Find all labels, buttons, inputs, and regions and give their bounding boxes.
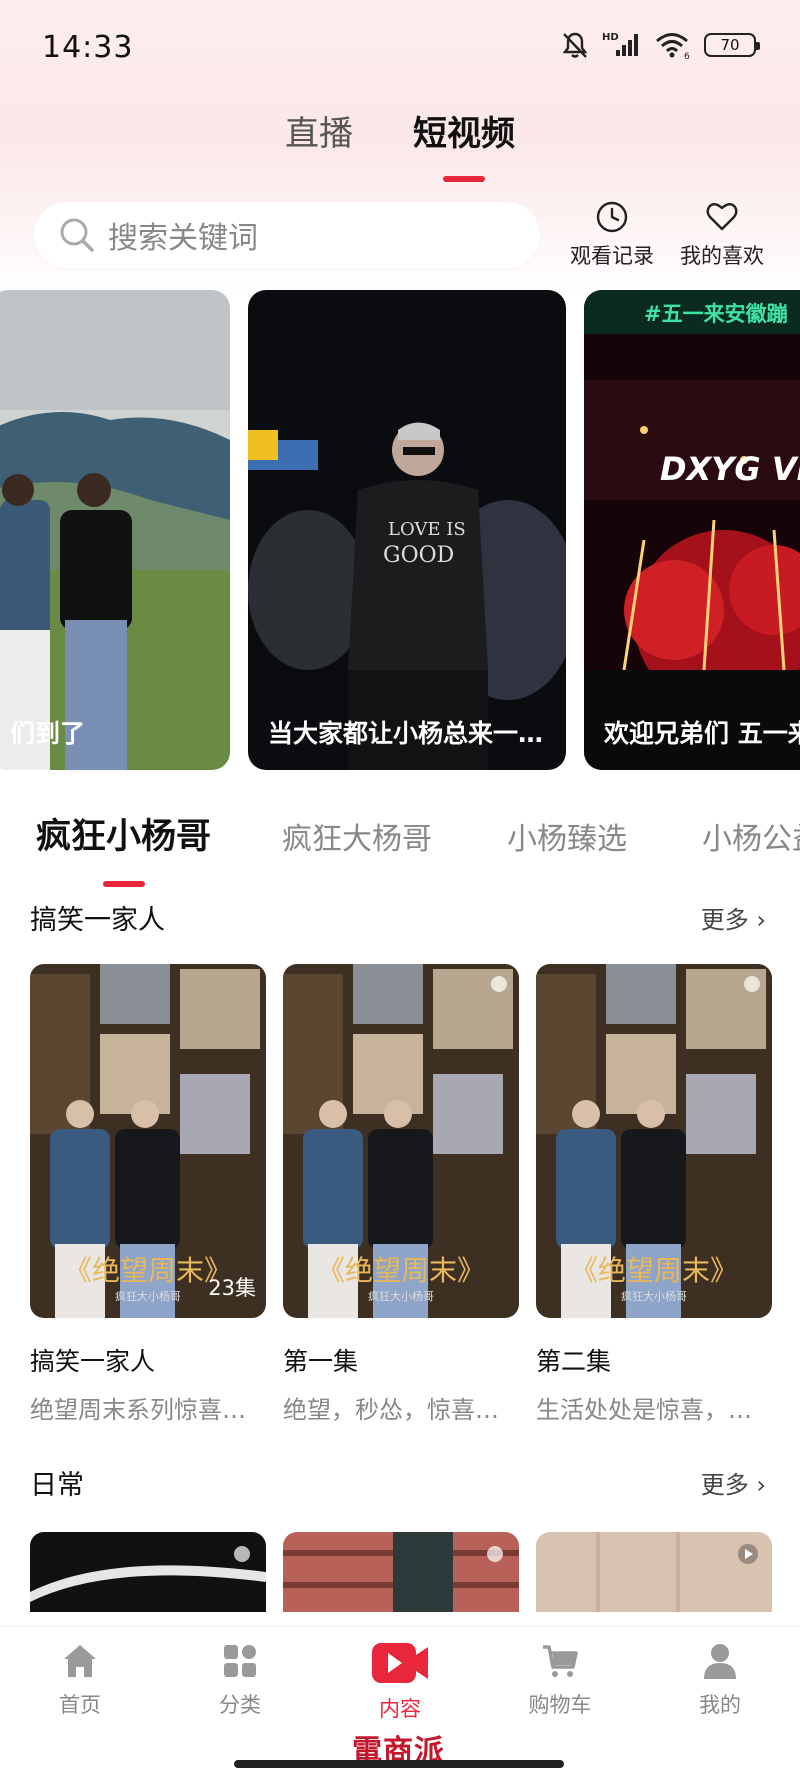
episode-card-2[interactable]: 《绝望周末》 疯狂大小杨哥 第二集 生活处处是惊喜，… bbox=[536, 964, 772, 1425]
series-thumbnail: 《绝望周末》 疯狂大小杨哥 23集 bbox=[30, 964, 266, 1318]
search-icon bbox=[60, 218, 94, 252]
card-title: 第一集 bbox=[283, 1347, 359, 1376]
section-more-link[interactable]: 更多 › bbox=[701, 1465, 766, 1500]
hero-event-banner: DXYG VE bbox=[660, 450, 800, 488]
hero-video-card-2[interactable]: LOVE IS GOOD 当大家都让小杨总来一… bbox=[248, 290, 566, 770]
category-tabs: 疯狂小杨哥 疯狂大杨哥 小杨臻选 小杨公益 bbox=[0, 808, 800, 887]
hero-caption-3: 欢迎兄弟们 五一来 bbox=[604, 719, 800, 748]
grid-icon bbox=[224, 1645, 256, 1677]
tab-short-video-label: 短视频 bbox=[413, 114, 515, 154]
card-description: 绝望，秒怂，惊喜… bbox=[283, 1396, 499, 1424]
episode-count-badge: 23集 bbox=[208, 1276, 256, 1300]
status-bar: 14:33 HD 6 70 bbox=[0, 0, 800, 96]
nav-content-label: 内容 bbox=[379, 1697, 421, 1721]
home-indicator[interactable] bbox=[234, 1760, 564, 1768]
category-tab-xiaoyang-select[interactable]: 小杨臻选 bbox=[507, 814, 627, 858]
battery-indicator: 70 bbox=[704, 33, 760, 57]
episode-thumbnail: 《绝望周末》 疯狂大小杨哥 bbox=[283, 964, 519, 1318]
card-description: 生活处处是惊喜，… bbox=[536, 1396, 752, 1424]
poster-title: 《绝望周末》 bbox=[569, 1254, 738, 1287]
top-tabs: 直播 短视频 bbox=[0, 100, 800, 182]
active-tab-indicator bbox=[443, 176, 485, 182]
hero-video-card-1[interactable]: 们到了 bbox=[0, 290, 230, 770]
section-more-label: 更多 bbox=[700, 906, 749, 934]
clock-icon bbox=[596, 201, 628, 233]
nav-cart[interactable]: 购物车 bbox=[500, 1641, 620, 1719]
category-tab-label: 小杨公益 bbox=[702, 822, 800, 857]
card-title: 搞笑一家人 bbox=[30, 1347, 156, 1376]
daily-video-card-2[interactable] bbox=[283, 1532, 519, 1612]
heart-icon bbox=[706, 203, 738, 231]
hero-caption-1: 们到了 bbox=[10, 719, 86, 748]
user-icon bbox=[704, 1644, 736, 1679]
svg-text:6: 6 bbox=[684, 52, 690, 60]
svg-text:LOVE IS: LOVE IS bbox=[388, 519, 466, 540]
signal-icon: HD bbox=[602, 32, 638, 56]
tab-live-label: 直播 bbox=[285, 114, 353, 154]
section-more-label: 更多 bbox=[700, 1471, 749, 1499]
category-tab-crazy-xiaoyangge[interactable]: 疯狂小杨哥 bbox=[36, 808, 212, 887]
series-card-funny-family[interactable]: 《绝望周末》 疯狂大小杨哥 23集 搞笑一家人 绝望周末系列惊喜… bbox=[30, 964, 266, 1425]
section-title-daily: 日常 bbox=[30, 1470, 84, 1501]
daily-video-thumbnail bbox=[283, 1532, 519, 1612]
status-icons: HD 6 70 bbox=[560, 30, 760, 60]
episode-thumbnail: 《绝望周末》 疯狂大小杨哥 bbox=[536, 964, 772, 1318]
hero-video-thumbnail bbox=[584, 290, 800, 770]
wifi-icon: 6 bbox=[656, 33, 690, 60]
hero-caption-2: 当大家都让小杨总来一… bbox=[268, 719, 544, 748]
daily-video-thumbnail bbox=[536, 1532, 772, 1612]
poster-subtitle: 疯狂大小杨哥 bbox=[621, 1290, 687, 1303]
card-description: 绝望周末系列惊喜… bbox=[30, 1396, 246, 1424]
status-time: 14:33 bbox=[42, 30, 134, 65]
hero-video-thumbnail: LOVE IS GOOD bbox=[248, 290, 566, 770]
svg-text:GOOD: GOOD bbox=[383, 543, 454, 568]
battery-level: 70 bbox=[720, 36, 740, 54]
daily-video-card-1[interactable] bbox=[30, 1532, 266, 1612]
daily-video-thumbnail bbox=[30, 1532, 266, 1612]
nav-profile[interactable]: 我的 bbox=[660, 1641, 780, 1719]
cart-icon bbox=[543, 1645, 578, 1677]
chevron-right-icon: › bbox=[756, 1471, 766, 1499]
chevron-right-icon: › bbox=[756, 906, 766, 934]
watch-history-button[interactable]: 观看记录 bbox=[570, 200, 654, 270]
poster-subtitle: 疯狂大小杨哥 bbox=[368, 1290, 434, 1303]
section-more-link[interactable]: 更多 › bbox=[701, 900, 766, 935]
search-input[interactable]: 搜索关键词 bbox=[34, 202, 540, 268]
nav-category[interactable]: 分类 bbox=[180, 1641, 300, 1719]
network-label: HD bbox=[602, 32, 619, 43]
watch-history-label: 观看记录 bbox=[570, 244, 654, 268]
poster-title: 《绝望周末》 bbox=[316, 1254, 485, 1287]
home-icon bbox=[64, 1645, 96, 1677]
episode-card-1[interactable]: 《绝望周末》 疯狂大小杨哥 第一集 绝望，秒怂，惊喜… bbox=[283, 964, 519, 1425]
mute-bell-icon bbox=[562, 32, 588, 58]
search-placeholder: 搜索关键词 bbox=[108, 221, 258, 256]
daily-video-card-3[interactable] bbox=[536, 1532, 772, 1612]
tab-live[interactable]: 直播 bbox=[285, 100, 353, 170]
video-icon bbox=[372, 1643, 428, 1683]
nav-category-label: 分类 bbox=[219, 1693, 261, 1717]
nav-home[interactable]: 首页 bbox=[20, 1641, 140, 1719]
category-tab-label: 疯狂小杨哥 bbox=[36, 817, 212, 857]
my-likes-button[interactable]: 我的喜欢 bbox=[680, 200, 764, 270]
card-title: 第二集 bbox=[536, 1347, 612, 1376]
my-likes-label: 我的喜欢 bbox=[680, 244, 764, 268]
hero-video-card-3[interactable]: #五一来安徽蹦 DXYG VE 欢迎兄弟们 五一来 bbox=[584, 290, 800, 770]
active-category-indicator bbox=[102, 881, 145, 887]
nav-home-label: 首页 bbox=[59, 1693, 101, 1717]
nav-content[interactable]: 内容 bbox=[340, 1641, 460, 1723]
category-tab-label: 小杨臻选 bbox=[507, 822, 627, 857]
tab-short-video[interactable]: 短视频 bbox=[413, 100, 515, 182]
category-tab-label: 疯狂大杨哥 bbox=[282, 822, 432, 857]
section-title-funny-family: 搞笑一家人 bbox=[30, 905, 165, 936]
nav-profile-label: 我的 bbox=[699, 1693, 741, 1717]
category-tab-crazy-dayangge[interactable]: 疯狂大杨哥 bbox=[282, 814, 432, 858]
hero-video-thumbnail bbox=[0, 290, 230, 770]
nav-cart-label: 购物车 bbox=[528, 1693, 592, 1717]
hero-hashtag-badge: #五一来安徽蹦 bbox=[584, 290, 800, 334]
category-tab-xiaoyang-charity[interactable]: 小杨公益 bbox=[702, 814, 800, 858]
